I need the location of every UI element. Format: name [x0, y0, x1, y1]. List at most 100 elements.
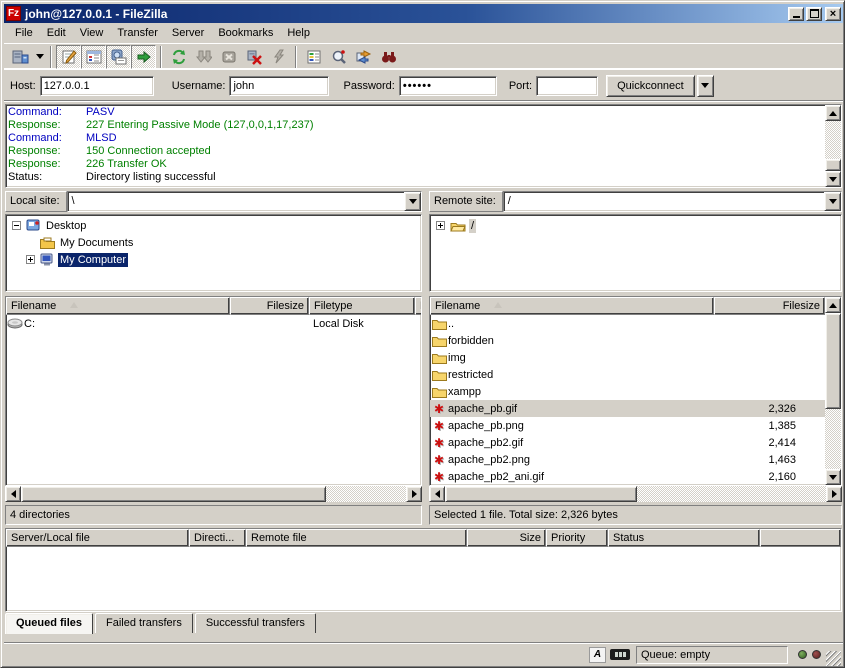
- column-header-last-modified[interactable]: L: [415, 297, 421, 315]
- reconnect-button[interactable]: [266, 45, 291, 69]
- refresh-button[interactable]: [166, 45, 191, 69]
- scroll-thumb[interactable]: [445, 486, 637, 502]
- remote-site-value[interactable]: /: [504, 192, 824, 211]
- file-row[interactable]: img: [430, 349, 825, 366]
- column-header-filesize[interactable]: Filesize: [714, 297, 825, 315]
- file-row[interactable]: ✱ apache_pb2.gif 2,414: [430, 434, 825, 451]
- disconnect-button[interactable]: [241, 45, 266, 69]
- tree-item-my-documents[interactable]: My Documents: [6, 234, 421, 251]
- scroll-thumb[interactable]: [21, 486, 326, 502]
- scroll-thumb[interactable]: [825, 159, 841, 171]
- column-header-status[interactable]: Status: [608, 529, 760, 547]
- directory-comparison-button[interactable]: [326, 45, 351, 69]
- scroll-track[interactable]: [825, 121, 841, 159]
- file-row[interactable]: forbidden: [430, 332, 825, 349]
- file-row[interactable]: restricted: [430, 366, 825, 383]
- file-name: apache_pb2.gif: [448, 437, 714, 449]
- menu-edit[interactable]: Edit: [40, 25, 73, 41]
- column-header-filename[interactable]: Filename: [6, 297, 230, 315]
- menu-server[interactable]: Server: [165, 25, 211, 41]
- password-input[interactable]: ••••••: [399, 76, 497, 96]
- tree-item-my-computer[interactable]: My Computer: [6, 251, 421, 268]
- process-queue-button[interactable]: [191, 45, 216, 69]
- tree-item-desktop[interactable]: Desktop: [6, 217, 421, 234]
- expand-icon[interactable]: [436, 221, 445, 230]
- scroll-left-button[interactable]: [5, 486, 21, 502]
- file-row-selected[interactable]: ✱ apache_pb.gif 2,326: [430, 400, 825, 417]
- tree-item-label[interactable]: /: [469, 219, 476, 233]
- quickconnect-dropdown-button[interactable]: [697, 75, 714, 97]
- site-manager-button[interactable]: [8, 45, 33, 69]
- column-header-filename[interactable]: Filename: [430, 297, 714, 315]
- menu-transfer[interactable]: Transfer: [110, 25, 165, 41]
- scroll-down-button[interactable]: [825, 469, 841, 485]
- remote-site-dropdown-button[interactable]: [824, 192, 841, 211]
- disconnect-icon: [246, 49, 262, 65]
- toggle-queue-button[interactable]: [131, 45, 156, 69]
- local-site-value[interactable]: \: [68, 192, 404, 211]
- scroll-track[interactable]: [637, 486, 826, 502]
- column-header-remote-file[interactable]: Remote file: [246, 529, 467, 547]
- find-files-button[interactable]: [376, 45, 401, 69]
- log-vertical-scrollbar[interactable]: [825, 105, 841, 187]
- synchronized-browsing-button[interactable]: [351, 45, 376, 69]
- port-input[interactable]: [536, 76, 598, 96]
- scroll-left-button[interactable]: [429, 486, 445, 502]
- column-header-direction[interactable]: Directi...: [189, 529, 246, 547]
- file-row[interactable]: ✱ apache_pb.png 1,385: [430, 417, 825, 434]
- scroll-track[interactable]: [825, 409, 841, 469]
- scroll-right-button[interactable]: [406, 486, 422, 502]
- scroll-right-button[interactable]: [826, 486, 842, 502]
- local-site-dropdown-button[interactable]: [404, 192, 421, 211]
- scroll-down-button[interactable]: [825, 171, 841, 187]
- quickconnect-button[interactable]: Quickconnect: [606, 75, 695, 97]
- scroll-up-button[interactable]: [825, 105, 841, 121]
- image-file-icon: ✱: [430, 437, 448, 449]
- file-row[interactable]: xampp: [430, 383, 825, 400]
- dropdown-icon: [36, 54, 44, 59]
- toggle-remote-tree-button[interactable]: [106, 45, 131, 69]
- remote-horizontal-scrollbar[interactable]: [429, 486, 842, 502]
- username-input[interactable]: john: [229, 76, 329, 96]
- tab-queued-files[interactable]: Queued files: [5, 613, 93, 634]
- column-header-server-local-file[interactable]: Server/Local file: [6, 529, 189, 547]
- tree-item-label[interactable]: My Documents: [58, 236, 135, 250]
- remote-vertical-scrollbar[interactable]: [825, 297, 841, 485]
- site-manager-dropdown-button[interactable]: [33, 45, 46, 69]
- tab-failed-transfers[interactable]: Failed transfers: [95, 613, 193, 633]
- menu-bookmarks[interactable]: Bookmarks: [211, 25, 280, 41]
- filter-button[interactable]: [301, 45, 326, 69]
- file-row[interactable]: ..: [430, 315, 825, 332]
- tree-item-label[interactable]: Desktop: [44, 219, 88, 233]
- file-row[interactable]: ✱ apache_pb2.png 1,463: [430, 451, 825, 468]
- menu-file[interactable]: File: [8, 25, 40, 41]
- column-header-filesize[interactable]: Filesize: [230, 297, 309, 315]
- title-bar[interactable]: Fz john@127.0.0.1 - FileZilla ×: [4, 4, 843, 23]
- column-header-filetype[interactable]: Filetype: [309, 297, 415, 315]
- local-horizontal-scrollbar[interactable]: [5, 486, 422, 502]
- column-header-priority[interactable]: Priority: [546, 529, 608, 547]
- maximize-button[interactable]: [806, 7, 822, 21]
- tree-item-root[interactable]: /: [430, 217, 841, 234]
- menu-view[interactable]: View: [73, 25, 111, 41]
- collapse-icon[interactable]: [12, 221, 21, 230]
- column-header-size[interactable]: Size: [467, 529, 546, 547]
- resize-grip[interactable]: [826, 651, 841, 666]
- host-input[interactable]: 127.0.0.1: [40, 76, 154, 96]
- expand-icon[interactable]: [26, 255, 35, 264]
- menu-help[interactable]: Help: [280, 25, 317, 41]
- toggle-log-view-button[interactable]: [56, 45, 81, 69]
- file-row-c-drive[interactable]: C: Local Disk: [6, 315, 421, 332]
- cancel-operation-button[interactable]: [216, 45, 241, 69]
- local-site-combobox[interactable]: \: [67, 191, 422, 212]
- tree-item-label[interactable]: My Computer: [58, 253, 128, 267]
- file-row[interactable]: ✱ apache_pb2_ani.gif 2,160: [430, 468, 825, 485]
- tab-successful-transfers[interactable]: Successful transfers: [195, 613, 316, 633]
- toggle-local-tree-button[interactable]: [81, 45, 106, 69]
- remote-site-combobox[interactable]: /: [503, 191, 842, 212]
- scroll-thumb[interactable]: [825, 313, 841, 409]
- minimize-button[interactable]: [788, 7, 804, 21]
- scroll-up-button[interactable]: [825, 297, 841, 313]
- close-button[interactable]: ×: [825, 7, 841, 21]
- scroll-track[interactable]: [326, 486, 406, 502]
